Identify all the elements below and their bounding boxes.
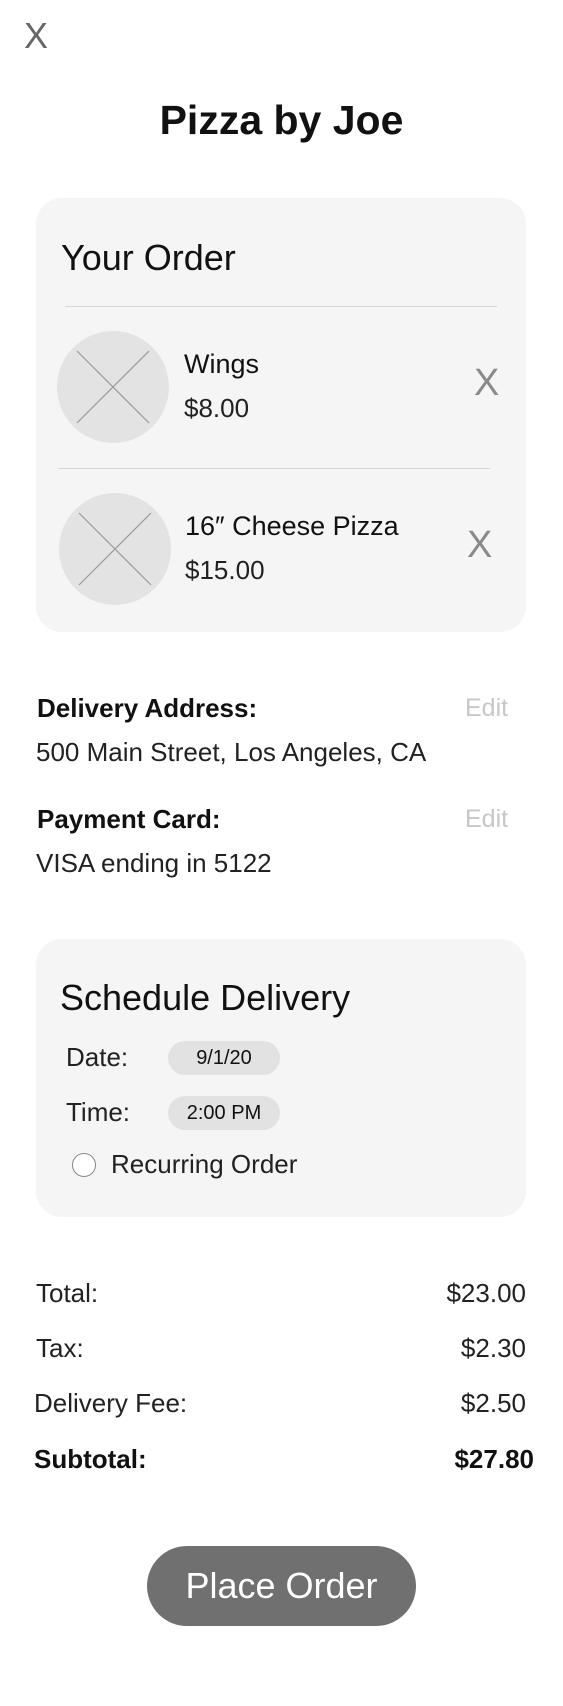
total-value: $23.00 — [446, 1278, 526, 1308]
delivery-fee-value: $2.50 — [460, 1388, 526, 1418]
order-item-price: $8.00 — [184, 393, 250, 423]
order-item-name: Wings — [184, 349, 260, 379]
order-item-name: 16″ Cheese Pizza — [185, 511, 399, 541]
delivery-fee-label: Delivery Fee: — [34, 1388, 188, 1418]
order-heading: Your Order — [61, 237, 236, 278]
date-label: Date: — [66, 1042, 129, 1072]
remove-item-button[interactable]: X — [474, 364, 499, 402]
subtotal-value: $27.80 — [454, 1444, 534, 1474]
subtotal-label: Subtotal: — [34, 1444, 147, 1474]
order-item-price: $15.00 — [185, 555, 265, 585]
delivery-address-label: Delivery Address: — [37, 693, 258, 723]
tax-value: $2.30 — [460, 1333, 526, 1363]
remove-item-button[interactable]: X — [467, 526, 492, 564]
wings-image-placeholder-icon — [57, 331, 169, 443]
order-divider — [65, 306, 497, 307]
close-button[interactable]: X — [24, 18, 48, 54]
place-order-button[interactable]: Place Order — [147, 1546, 416, 1626]
date-picker[interactable]: 9/1/20 — [168, 1041, 280, 1075]
order-divider — [58, 468, 490, 469]
edit-address-link[interactable]: Edit — [465, 694, 508, 723]
recurring-order-radio[interactable] — [72, 1153, 96, 1177]
time-picker[interactable]: 2:00 PM — [168, 1096, 280, 1130]
payment-card-label: Payment Card: — [37, 804, 221, 834]
tax-label: Tax: — [36, 1333, 84, 1363]
payment-card-value: VISA ending in 5122 — [36, 848, 272, 878]
edit-payment-link[interactable]: Edit — [465, 805, 508, 834]
time-label: Time: — [66, 1097, 131, 1127]
page-title: Pizza by Joe — [159, 97, 404, 143]
delivery-address-value: 500 Main Street, Los Angeles, CA — [36, 737, 427, 767]
schedule-heading: Schedule Delivery — [60, 977, 351, 1018]
recurring-order-label: Recurring Order — [111, 1149, 298, 1179]
total-label: Total: — [36, 1278, 99, 1308]
pizza-image-placeholder-icon — [59, 493, 171, 605]
